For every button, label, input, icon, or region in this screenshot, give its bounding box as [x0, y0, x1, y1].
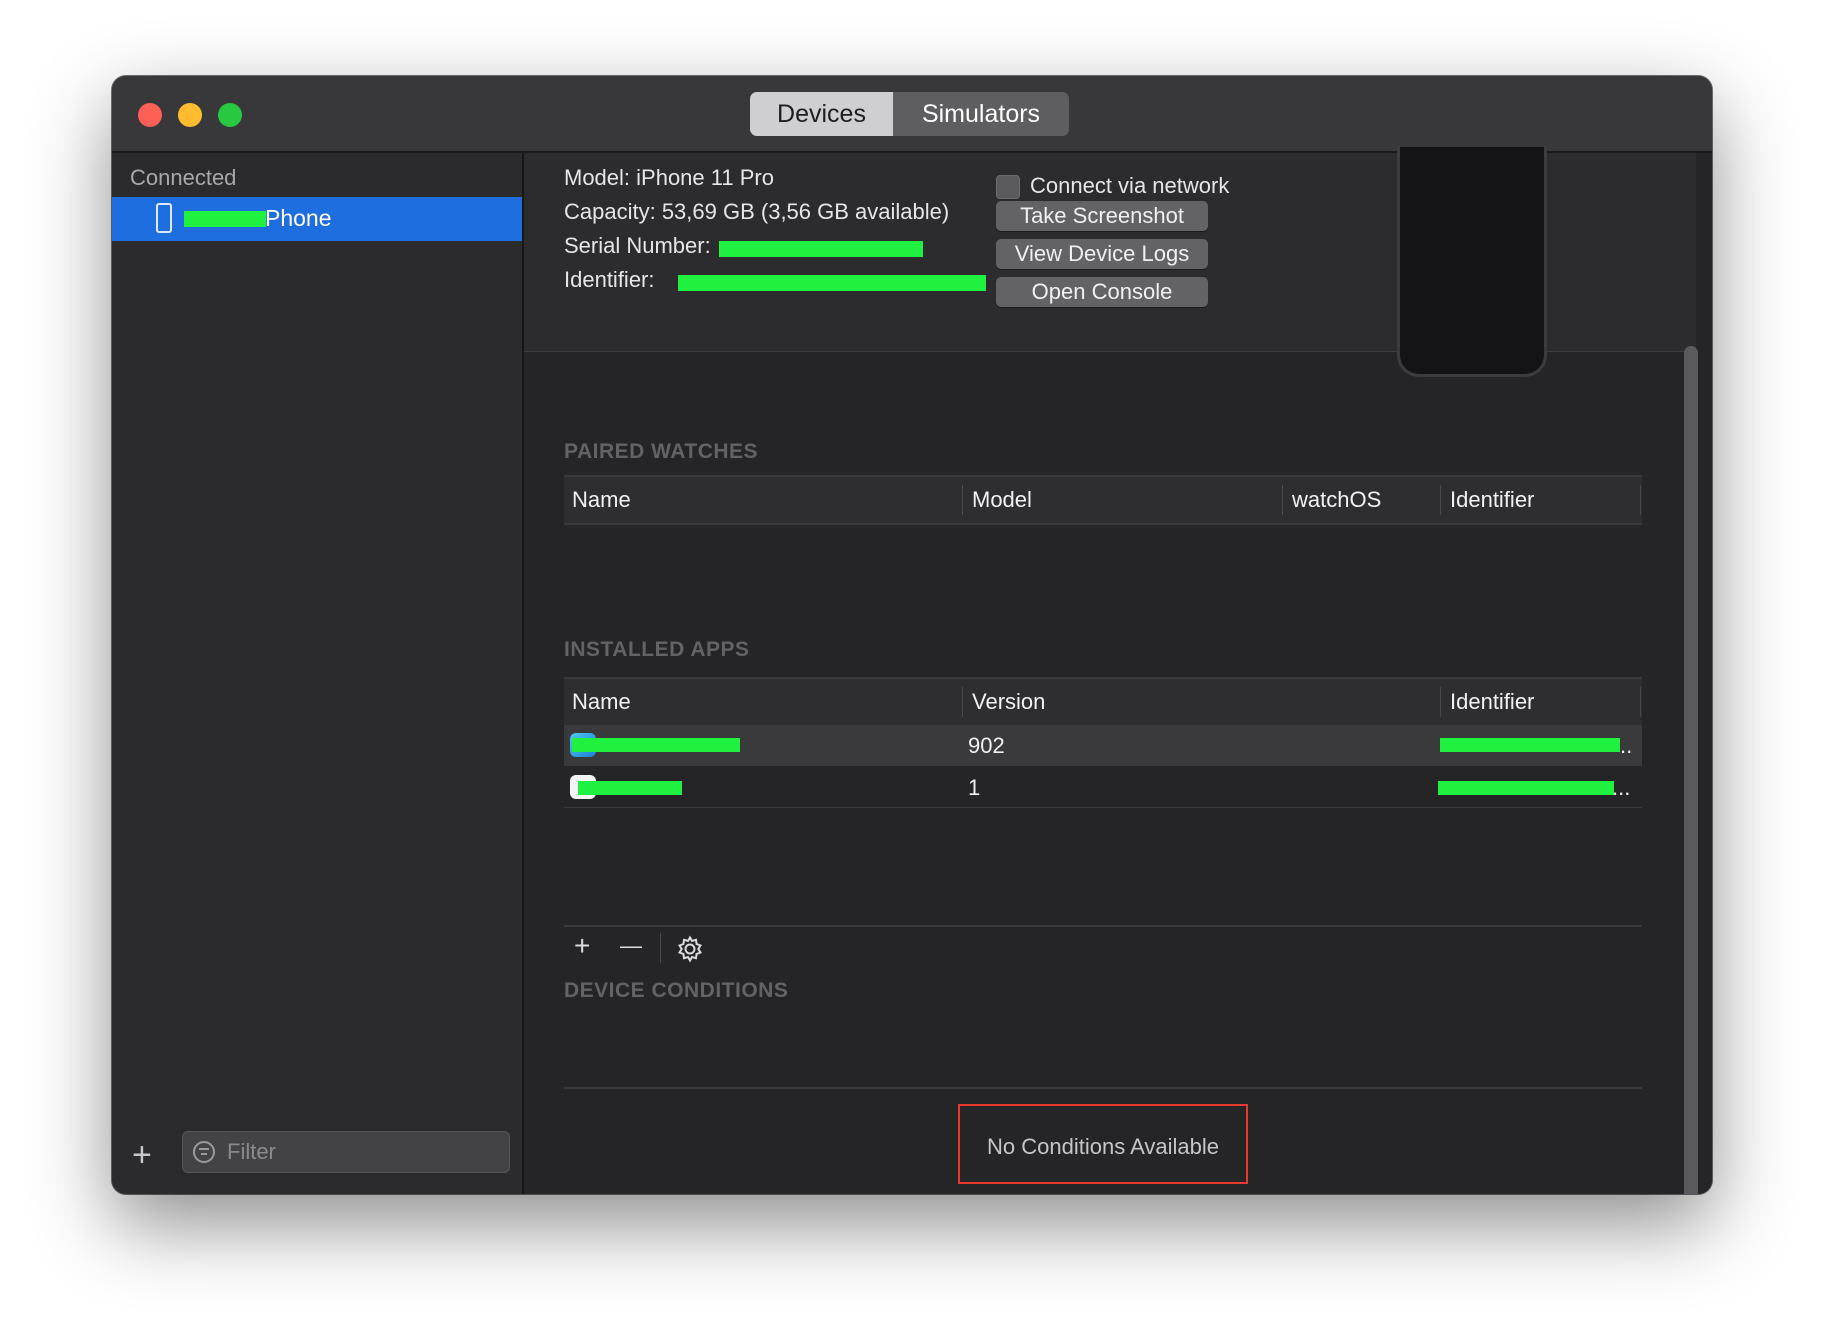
redacted-identifier — [678, 275, 986, 291]
column-version[interactable]: Version — [972, 689, 1045, 715]
filter-field[interactable]: Filter — [182, 1131, 510, 1173]
paired-watches-title: PAIRED WATCHES — [564, 440, 759, 463]
paired-watches-header: Name Model watchOS Identifier — [564, 475, 1642, 525]
open-console-button[interactable]: Open Console — [996, 277, 1208, 307]
column-divider — [1640, 687, 1641, 717]
column-divider — [962, 687, 963, 717]
device-capacity: Capacity: 53,69 GB (3,56 GB available) — [564, 199, 950, 224]
sidebar: Connected Phone + Filter — [112, 153, 524, 1194]
identifier-ellipsis: .. — [1620, 733, 1633, 758]
redacted-serial — [719, 241, 923, 257]
sidebar-header-connected: Connected — [130, 165, 237, 190]
add-device-button[interactable]: + — [132, 1138, 152, 1172]
gear-icon[interactable] — [676, 935, 704, 969]
column-divider — [1282, 485, 1283, 515]
installed-apps-title: INSTALLED APPS — [564, 638, 750, 661]
title-bar: Devices Simulators — [112, 76, 1712, 153]
device-identifier-label: Identifier: — [564, 267, 655, 292]
zoom-window-button[interactable] — [218, 103, 242, 127]
column-divider — [1440, 485, 1441, 515]
column-divider — [1440, 687, 1441, 717]
toolbar-divider — [660, 933, 661, 963]
app-version: 902 — [968, 733, 1005, 758]
redacted-app-name — [572, 738, 740, 752]
sidebar-item-label: Phone — [265, 205, 332, 231]
filter-icon — [193, 1141, 215, 1163]
no-conditions-highlight: No Conditions Available — [958, 1104, 1248, 1184]
column-model[interactable]: Model — [972, 487, 1032, 513]
devices-window: Devices Simulators Connected Phone + Fil… — [112, 76, 1712, 1194]
close-window-button[interactable] — [138, 103, 162, 127]
add-app-button[interactable]: + — [574, 931, 590, 961]
connect-via-network-label: Connect via network — [1030, 173, 1230, 198]
app-version: 1 — [968, 775, 981, 800]
tab-devices[interactable]: Devices — [750, 92, 893, 136]
sidebar-item-device[interactable]: Phone — [112, 197, 522, 241]
table-row[interactable]: 902 .. — [564, 725, 1642, 766]
no-conditions-text: No Conditions Available — [987, 1134, 1219, 1159]
device-image — [1397, 147, 1547, 377]
table-row[interactable]: 1 ... — [564, 767, 1642, 808]
redacted-app-name — [578, 781, 682, 795]
installed-apps-header: Name Version Identifier — [564, 677, 1642, 727]
view-device-logs-button[interactable]: View Device Logs — [996, 239, 1208, 269]
column-watchos[interactable]: watchOS — [1292, 487, 1381, 513]
column-name[interactable]: Name — [572, 487, 631, 513]
take-screenshot-button[interactable]: Take Screenshot — [996, 201, 1208, 231]
column-identifier[interactable]: Identifier — [1450, 689, 1534, 715]
remove-app-button[interactable]: — — [620, 931, 642, 961]
minimize-window-button[interactable] — [178, 103, 202, 127]
apps-toolbar: + — — [564, 925, 1642, 967]
filter-placeholder: Filter — [227, 1139, 276, 1164]
device-info-area: Model: iPhone 11 Pro Capacity: 53,69 GB … — [524, 147, 1696, 377]
column-divider — [962, 485, 963, 515]
device-serial-label: Serial Number: — [564, 233, 711, 258]
redacted-device-name — [184, 211, 266, 227]
device-model: Model: iPhone 11 Pro — [564, 165, 774, 190]
device-detail-panel: Model: iPhone 11 Pro Capacity: 53,69 GB … — [524, 147, 1712, 1194]
device-conditions-title: DEVICE CONDITIONS — [564, 979, 789, 1002]
conditions-divider-top — [564, 1087, 1642, 1089]
segmented-control: Devices Simulators — [750, 92, 1069, 136]
redacted-app-identifier — [1438, 781, 1614, 795]
vertical-scrollbar[interactable] — [1684, 346, 1698, 1194]
connect-via-network-checkbox[interactable] — [996, 175, 1020, 199]
identifier-ellipsis: ... — [1612, 775, 1631, 800]
tab-simulators[interactable]: Simulators — [893, 92, 1069, 136]
column-divider — [1640, 485, 1641, 515]
redacted-app-identifier — [1440, 738, 1620, 752]
column-identifier[interactable]: Identifier — [1450, 487, 1534, 513]
iphone-icon — [156, 203, 172, 233]
column-name[interactable]: Name — [572, 689, 631, 715]
